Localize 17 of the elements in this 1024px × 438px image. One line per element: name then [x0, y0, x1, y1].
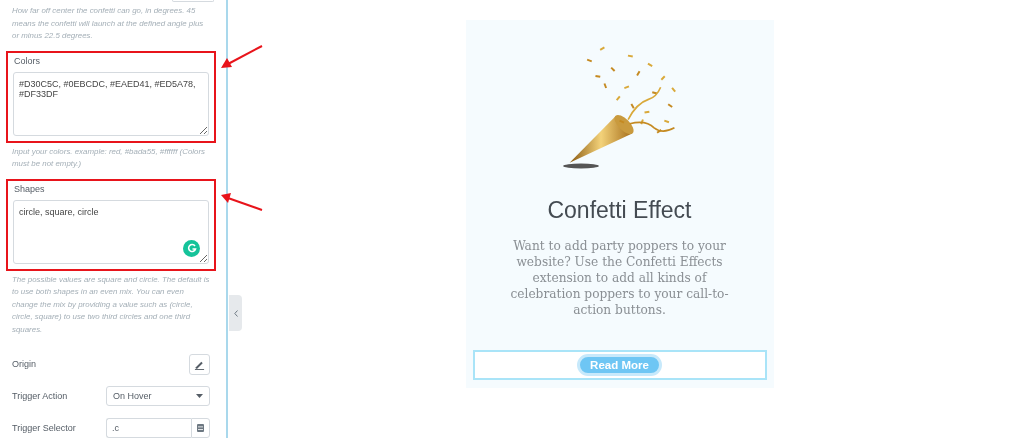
chevron-left-icon	[233, 309, 238, 317]
dynamic-tags-button[interactable]	[191, 418, 210, 438]
collapse-button[interactable]	[229, 295, 242, 331]
input-field[interactable]: .c	[106, 418, 191, 438]
control-label: Trigger Action	[12, 391, 68, 401]
field-label: Shapes	[14, 183, 46, 194]
control-label: Trigger Selector	[12, 423, 76, 433]
text-area[interactable]: #D30C5C, #0EBCDC, #EAED41, #ED5A78, #DF33DF	[13, 71, 209, 136]
card-title: Confetti Effect	[547, 197, 692, 224]
caret-icon	[196, 394, 203, 398]
select-dropdown[interactable]: On Hover	[106, 386, 210, 406]
control-label: Origin	[12, 359, 36, 369]
text-area[interactable]: circle, square, circle	[13, 199, 209, 264]
edit-button[interactable]	[189, 353, 210, 375]
card-text: Want to add party poppers to your website? Use the Confetti Effects extension to add all kinds of celebration poppers to your call-to-action buttons.	[509, 238, 730, 318]
database-icon	[197, 424, 204, 432]
field-label: Colors	[14, 55, 41, 66]
